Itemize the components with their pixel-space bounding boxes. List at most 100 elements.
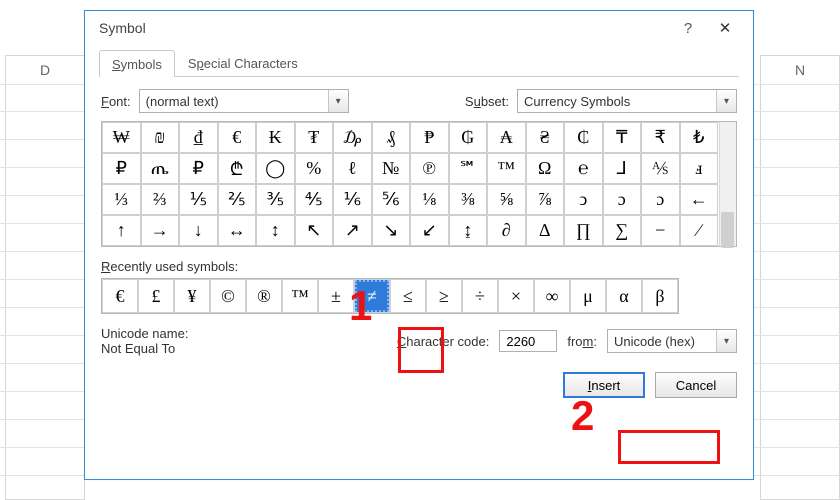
symbol-cell[interactable]: ₺ — [680, 122, 719, 153]
symbol-cell[interactable]: ⅃ — [603, 153, 642, 184]
symbol-cell[interactable]: ₱ — [410, 122, 449, 153]
symbol-cell[interactable]: ₾ — [218, 153, 257, 184]
insert-button[interactable]: Insert — [563, 372, 645, 398]
symbol-cell[interactable]: ⅓ — [102, 184, 141, 215]
symbol-cell[interactable]: ₸ — [603, 122, 642, 153]
symbol-dialog: Symbol ? ✕ Symbols Special Characters Fo… — [84, 10, 754, 480]
tab-symbols[interactable]: Symbols — [99, 50, 175, 77]
symbol-cell[interactable]: ₰ — [372, 122, 411, 153]
symbol-cell[interactable]: ↑ — [102, 215, 141, 246]
unicode-name-value: Not Equal To — [101, 341, 175, 356]
symbol-cell[interactable]: ₽ — [102, 153, 141, 184]
close-button[interactable]: ✕ — [705, 19, 745, 37]
recent-symbol-cell[interactable]: ® — [246, 279, 282, 313]
symbol-cell[interactable]: ◯ — [256, 153, 295, 184]
recent-symbol-cell[interactable]: © — [210, 279, 246, 313]
symbol-cell[interactable]: ⅙ — [333, 184, 372, 215]
symbol-cell[interactable]: → — [141, 215, 180, 246]
symbol-cell[interactable]: ℓ — [333, 153, 372, 184]
recent-symbol-cell[interactable]: € — [102, 279, 138, 313]
recent-symbol-cell[interactable]: ≠ — [354, 279, 390, 313]
recent-label: Recently used symbols: — [101, 259, 737, 274]
symbol-cell[interactable]: ∕ — [680, 215, 719, 246]
recent-symbol-cell[interactable]: ™ — [282, 279, 318, 313]
symbol-cell[interactable]: ₳ — [487, 122, 526, 153]
symbol-cell[interactable]: € — [218, 122, 257, 153]
dialog-title: Symbol — [99, 20, 671, 36]
font-combo[interactable]: (normal text) ▾ — [139, 89, 349, 113]
symbol-cell[interactable]: ↙ — [410, 215, 449, 246]
subset-label: Subset: — [465, 94, 509, 109]
chevron-down-icon[interactable]: ▾ — [716, 330, 736, 352]
chevron-down-icon[interactable]: ▾ — [328, 90, 348, 112]
symbol-cell[interactable]: ⅚ — [372, 184, 411, 215]
tab-special-characters[interactable]: Special Characters — [175, 49, 311, 76]
symbol-cell[interactable]: ɔ — [603, 184, 642, 215]
symbol-cell[interactable]: ⅗ — [256, 184, 295, 215]
symbol-cell[interactable]: ጤ — [141, 153, 180, 184]
recent-symbol-cell[interactable]: £ — [138, 279, 174, 313]
symbol-cell[interactable]: ↄ — [564, 184, 603, 215]
symbol-cell[interactable]: ℗ — [410, 153, 449, 184]
symbol-cell[interactable]: ⅛ — [410, 184, 449, 215]
symbol-cell[interactable]: ₭ — [256, 122, 295, 153]
recent-symbol-cell[interactable]: μ — [570, 279, 606, 313]
symbol-cell[interactable]: ∂ — [487, 215, 526, 246]
recent-symbol-cell[interactable]: ÷ — [462, 279, 498, 313]
symbol-cell[interactable]: ∆ — [526, 215, 565, 246]
symbol-cell[interactable]: ← — [680, 184, 719, 215]
chevron-down-icon[interactable]: ▾ — [716, 90, 736, 112]
symbol-cell[interactable]: ℮ — [564, 153, 603, 184]
symbol-cell[interactable]: ₮ — [295, 122, 334, 153]
recent-symbol-cell[interactable]: ∞ — [534, 279, 570, 313]
symbol-cell[interactable]: ∏ — [564, 215, 603, 246]
symbol-cell[interactable]: ɔ — [641, 184, 680, 215]
symbol-cell[interactable]: ₵ — [564, 122, 603, 153]
symbol-cell[interactable]: ⅞ — [526, 184, 565, 215]
help-button[interactable]: ? — [671, 20, 705, 37]
recent-symbol-cell[interactable]: β — [642, 279, 678, 313]
scrollbar[interactable] — [719, 122, 736, 246]
cancel-button[interactable]: Cancel — [655, 372, 737, 398]
symbol-cell[interactable]: % — [295, 153, 334, 184]
char-code-input[interactable] — [499, 330, 557, 352]
symbol-cell[interactable]: ↔ — [218, 215, 257, 246]
symbol-cell[interactable]: ⅘ — [295, 184, 334, 215]
symbol-cell[interactable]: ⅔ — [141, 184, 180, 215]
symbol-cell[interactable]: ₴ — [526, 122, 565, 153]
symbol-cell[interactable]: Ω — [526, 153, 565, 184]
from-combo[interactable]: Unicode (hex) ▾ — [607, 329, 737, 353]
symbol-cell[interactable]: ⅎ — [680, 153, 719, 184]
recent-symbol-cell[interactable]: α — [606, 279, 642, 313]
symbol-cell[interactable]: ⅍ — [641, 153, 680, 184]
symbol-cell[interactable]: ™ — [487, 153, 526, 184]
symbol-cell[interactable]: ↓ — [179, 215, 218, 246]
recent-symbol-cell[interactable]: ± — [318, 279, 354, 313]
symbol-cell[interactable]: ↗ — [333, 215, 372, 246]
subset-combo[interactable]: Currency Symbols ▾ — [517, 89, 737, 113]
symbol-cell[interactable]: ⅜ — [449, 184, 488, 215]
symbol-cell[interactable]: ₲ — [449, 122, 488, 153]
symbol-cell[interactable]: ⅝ — [487, 184, 526, 215]
symbol-cell[interactable]: ↘ — [372, 215, 411, 246]
symbol-cell[interactable]: ℠ — [449, 153, 488, 184]
symbol-cell[interactable]: ⅕ — [179, 184, 218, 215]
symbol-cell[interactable]: ₽ — [179, 153, 218, 184]
symbol-cell[interactable]: ↕ — [256, 215, 295, 246]
recent-symbol-cell[interactable]: ≤ — [390, 279, 426, 313]
symbol-cell[interactable]: ₯ — [333, 122, 372, 153]
symbol-cell[interactable]: ↨ — [449, 215, 488, 246]
symbol-cell[interactable]: ₩ — [102, 122, 141, 153]
symbol-cell[interactable]: № — [372, 153, 411, 184]
symbol-cell[interactable]: ₪ — [141, 122, 180, 153]
symbol-cell[interactable]: ↖ — [295, 215, 334, 246]
symbol-cell[interactable]: ₫ — [179, 122, 218, 153]
symbol-cell[interactable]: ₹ — [641, 122, 680, 153]
symbol-cell[interactable]: ⅖ — [218, 184, 257, 215]
recent-symbol-cell[interactable]: × — [498, 279, 534, 313]
recent-symbol-cell[interactable]: ≥ — [426, 279, 462, 313]
symbol-cell[interactable]: − — [641, 215, 680, 246]
scrollbar-thumb[interactable] — [721, 212, 734, 248]
recent-symbol-cell[interactable]: ¥ — [174, 279, 210, 313]
symbol-cell[interactable]: ∑ — [603, 215, 642, 246]
